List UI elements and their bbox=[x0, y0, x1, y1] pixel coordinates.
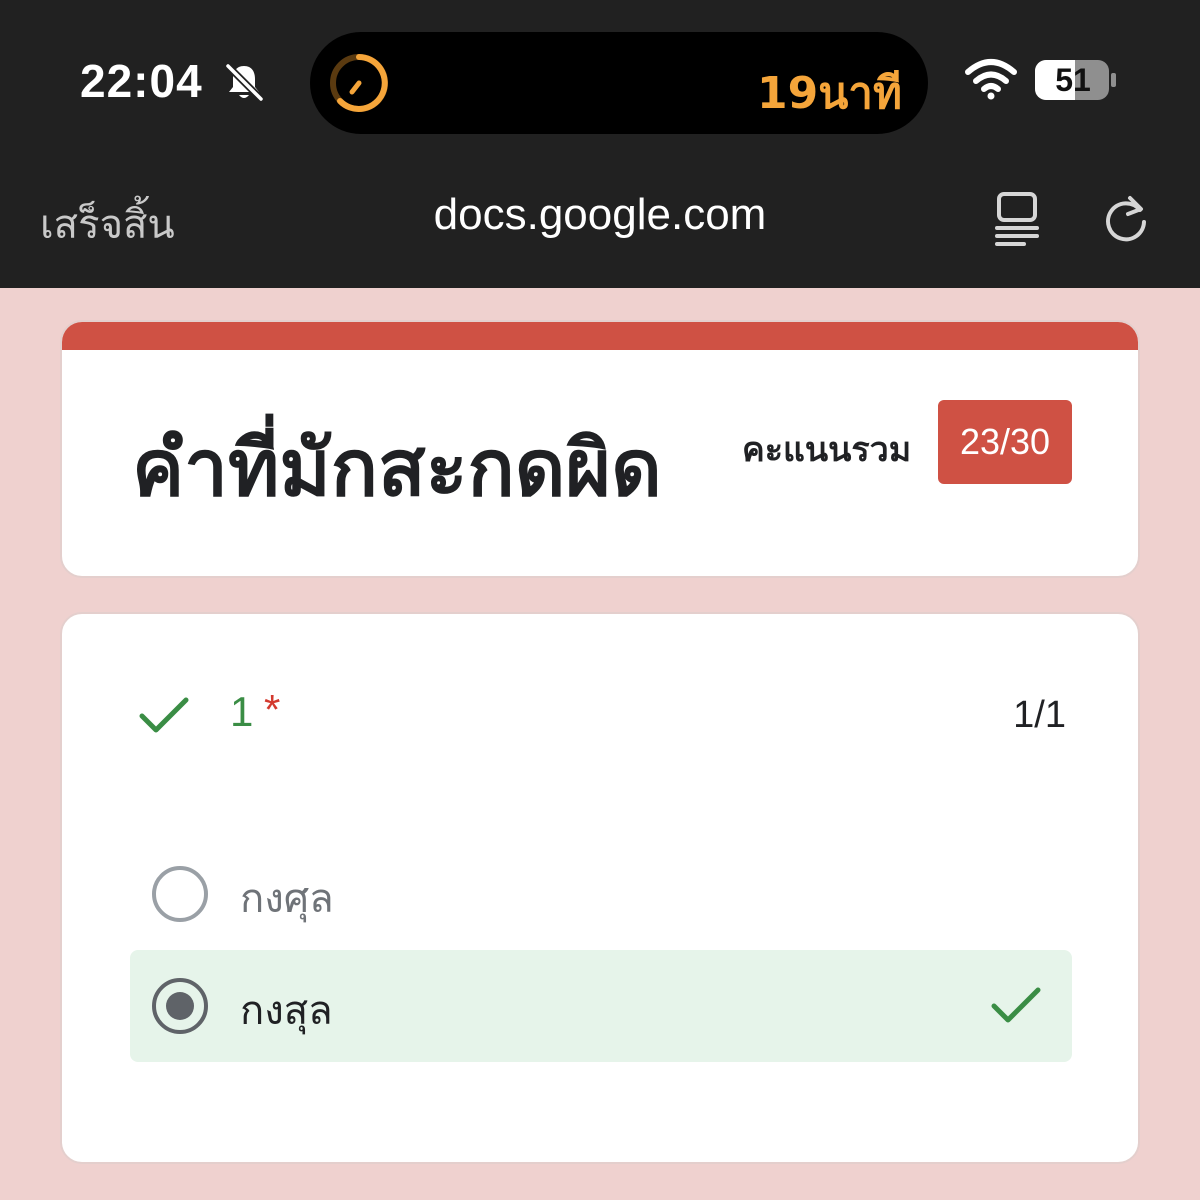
total-score-label: คะแนนรวม bbox=[742, 430, 912, 470]
bell-slash-icon bbox=[224, 62, 265, 103]
correct-check-icon bbox=[139, 697, 189, 733]
header-accent-bar bbox=[62, 322, 1138, 350]
required-marker: * bbox=[264, 686, 281, 733]
question-number: 1 bbox=[230, 688, 254, 735]
total-score-badge: 23/30 bbox=[938, 400, 1072, 484]
option-label: กงสุล bbox=[240, 988, 333, 1034]
status-time: 22:04 bbox=[80, 55, 203, 107]
timer-icon bbox=[330, 54, 388, 112]
question-card: 1 * 1/1 กงศุล กงสุล bbox=[60, 612, 1140, 1164]
radio-button-selected[interactable] bbox=[152, 978, 208, 1034]
top-bar: 22:04 19นาที 51 เสร็จสิ้น docs.google.co… bbox=[0, 0, 1200, 288]
dynamic-island[interactable]: 19นาที bbox=[310, 32, 928, 134]
reload-icon[interactable] bbox=[1100, 192, 1152, 244]
option-item-selected[interactable]: กงสุล bbox=[130, 950, 1072, 1062]
quiz-header-card: คำที่มักสะกดผิด คะแนนรวม 23/30 bbox=[60, 320, 1140, 578]
done-button[interactable]: เสร็จสิ้น bbox=[40, 192, 175, 256]
reader-icon[interactable] bbox=[992, 190, 1042, 246]
option-label: กงศุล bbox=[240, 876, 334, 922]
radio-dot bbox=[166, 992, 194, 1020]
radio-button[interactable] bbox=[152, 866, 208, 922]
url-bar[interactable]: docs.google.com bbox=[300, 190, 900, 240]
wifi-icon bbox=[965, 59, 1017, 100]
correct-answer-check-icon bbox=[991, 987, 1041, 1023]
timer-remaining: 19นาที bbox=[756, 68, 902, 119]
option-item[interactable]: กงศุล bbox=[130, 838, 1072, 950]
quiz-title: คำที่มักสะกดผิด bbox=[132, 424, 662, 514]
battery-level: 51 bbox=[1055, 62, 1091, 98]
question-points: 1/1 bbox=[1013, 694, 1066, 736]
